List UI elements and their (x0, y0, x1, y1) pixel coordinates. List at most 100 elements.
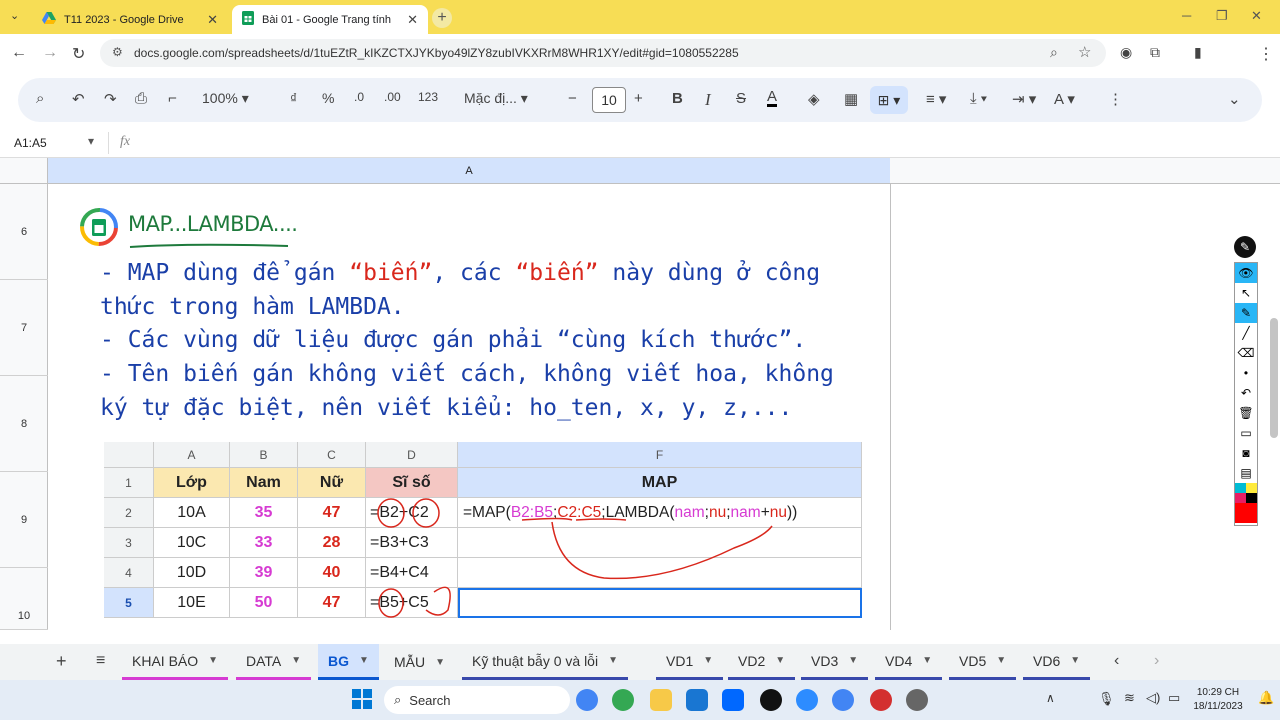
font-size-decrease-button[interactable]: − (568, 90, 577, 107)
site-info-icon[interactable]: ⚙ (112, 45, 123, 59)
maximize-icon[interactable]: ❐ (1216, 8, 1228, 24)
tray-expand-icon[interactable]: ∧ (1046, 691, 1055, 705)
taskbar-search[interactable]: ⌕ Search (384, 686, 570, 714)
menu-kebab-icon[interactable]: ⋮ (1258, 44, 1274, 64)
undo-annotation-icon[interactable]: ↶ (1235, 383, 1257, 403)
font-select[interactable]: Mặc đị... ▾ (464, 90, 528, 107)
close-icon[interactable]: ✕ (207, 12, 218, 28)
bold-button[interactable]: B (672, 90, 683, 107)
file-explorer-icon[interactable] (650, 689, 672, 711)
zoom-icon[interactable] (796, 689, 818, 711)
redo-icon[interactable]: ↷ (104, 90, 117, 108)
sidepanel-icon[interactable]: ▮ (1194, 44, 1202, 61)
sheet-tab[interactable]: VD3 ▼ (801, 644, 869, 680)
sheet-tab[interactable]: VD1 ▼ (656, 644, 724, 680)
eraser-icon[interactable]: ⌫ (1235, 343, 1257, 363)
reload-icon[interactable]: ↻ (72, 44, 85, 64)
sheet-tab[interactable]: Kỹ thuật bẫy 0 và lỗi ▼ (462, 644, 628, 680)
sheet-tab[interactable]: MẪU ▼ (384, 644, 455, 680)
minimize-icon[interactable]: ─ (1182, 8, 1191, 23)
microphone-icon[interactable]: 🎙 (1098, 691, 1115, 707)
paint-format-icon[interactable]: ⌐ (168, 90, 177, 107)
volume-icon[interactable]: ◁) (1146, 690, 1160, 706)
wifi-icon[interactable]: ≋ (1124, 690, 1135, 706)
clock[interactable]: 10:29 CH 18/11/2023 (1190, 686, 1246, 714)
chrome-profile-icon[interactable] (612, 689, 634, 711)
chrome-icon[interactable] (576, 689, 598, 711)
chrome-alt-icon[interactable] (832, 689, 854, 711)
zoom-select[interactable]: 100% ▾ (202, 90, 249, 107)
text-wrapping-icon[interactable]: ⇥ ▾ (1012, 90, 1036, 108)
row-header[interactable]: 8 (0, 376, 48, 472)
color-palette[interactable] (1235, 483, 1257, 523)
close-icon[interactable]: ✕ (407, 12, 418, 28)
record-icon[interactable] (870, 689, 892, 711)
notification-icon[interactable]: 🔔 (1258, 690, 1274, 706)
new-tab-button[interactable]: + (432, 8, 452, 28)
row-header[interactable]: 6 (0, 184, 48, 280)
sheet-tab[interactable]: VD5 ▼ (949, 644, 1017, 680)
more-options-icon[interactable]: ⋮ (1108, 90, 1123, 108)
close-window-icon[interactable]: ✕ (1251, 8, 1262, 24)
camera-icon[interactable]: ◙ (1235, 443, 1257, 463)
board-icon[interactable]: ▭ (1235, 423, 1257, 443)
add-sheet-button[interactable]: + (56, 651, 67, 672)
cursor-icon[interactable]: ↖ (1235, 283, 1257, 303)
chevron-right-icon[interactable]: › (1154, 652, 1159, 670)
eye-icon[interactable]: 👁 (1235, 263, 1257, 283)
collapse-toolbar-icon[interactable]: ⌄ (1228, 90, 1241, 108)
strikethrough-button[interactable]: S (736, 90, 746, 107)
sheet-tab[interactable]: KHAI BÁO ▼ (122, 644, 229, 680)
sheet-tab[interactable]: VD6 ▼ (1023, 644, 1091, 680)
print-icon[interactable]: ⎙ (135, 90, 147, 107)
search-menu-icon[interactable]: ⌕ (36, 90, 44, 107)
tab-list-icon[interactable]: ⌄ (10, 9, 19, 22)
mail-icon[interactable] (686, 689, 708, 711)
all-sheets-menu-icon[interactable]: ≡ (96, 652, 105, 670)
select-all-corner[interactable] (0, 158, 48, 184)
sheet-tab[interactable]: VD2 ▼ (728, 644, 796, 680)
battery-icon[interactable]: ▭ (1168, 690, 1180, 706)
embedded-slide-image[interactable]: MAP...LAMBDA.... - MAP dùng để gán “biến… (50, 192, 888, 628)
increase-decimal-button[interactable]: .00 (384, 90, 401, 104)
tab-google-sheets[interactable]: Bài 01 - Google Trang tính ✕ (232, 5, 428, 34)
borders-icon[interactable]: ▦ (844, 90, 858, 108)
column-header-a[interactable]: A (48, 158, 890, 184)
fill-color-icon[interactable]: ◈ (808, 90, 820, 108)
address-bar[interactable]: ⚙ docs.google.com/spreadsheets/d/1tuEZtR… (100, 39, 1106, 67)
more-formats-button[interactable]: 123 (418, 90, 438, 104)
formula-input[interactable] (148, 132, 1268, 154)
font-size-increase-button[interactable]: + (634, 90, 643, 107)
trash-icon[interactable]: 🗑 (1235, 403, 1257, 423)
forward-icon[interactable]: → (42, 44, 58, 62)
text-color-button[interactable]: A (767, 89, 778, 107)
pen-app-icon[interactable] (760, 689, 782, 711)
currency-format-button[interactable]: ₫ (290, 90, 297, 106)
clipboard-icon[interactable]: ▤ (1235, 463, 1257, 483)
dot-icon[interactable]: • (1235, 363, 1257, 383)
sheet-tab[interactable]: DATA ▼ (236, 644, 312, 680)
font-size-input[interactable]: 10 (592, 87, 626, 113)
merge-cells-button[interactable]: ⊞ ▾ (870, 86, 908, 114)
extension-icon[interactable]: ◉ (1120, 44, 1132, 61)
italic-button[interactable]: I (705, 90, 711, 110)
sheet-tab-active[interactable]: BG ▼ (318, 644, 379, 680)
vertical-scrollbar[interactable] (1270, 318, 1278, 438)
text-rotation-icon[interactable]: A ▾ (1054, 90, 1075, 108)
pen-tool-icon[interactable]: ✎ (1234, 236, 1256, 258)
search-icon[interactable]: ⌕ (1050, 44, 1058, 61)
pen-icon[interactable]: ✎ (1235, 303, 1257, 323)
camera-app-icon[interactable] (906, 689, 928, 711)
name-box[interactable]: A1:A5 (14, 136, 47, 150)
horizontal-align-icon[interactable]: ≡ ▾ (926, 90, 946, 108)
back-icon[interactable]: ← (11, 44, 27, 62)
row-header[interactable]: 7 (0, 280, 48, 376)
windows-start-icon[interactable] (352, 689, 372, 714)
chevron-left-icon[interactable]: ‹ (1114, 652, 1119, 670)
vertical-align-icon[interactable]: ⤓ ▾ (970, 90, 987, 107)
line-icon[interactable]: ╱ (1235, 323, 1257, 343)
empty-grid-area[interactable] (890, 184, 1270, 630)
row-header[interactable]: 10 (0, 568, 48, 630)
decrease-decimal-button[interactable]: .0 (354, 90, 364, 104)
percent-format-button[interactable]: % (322, 90, 334, 106)
